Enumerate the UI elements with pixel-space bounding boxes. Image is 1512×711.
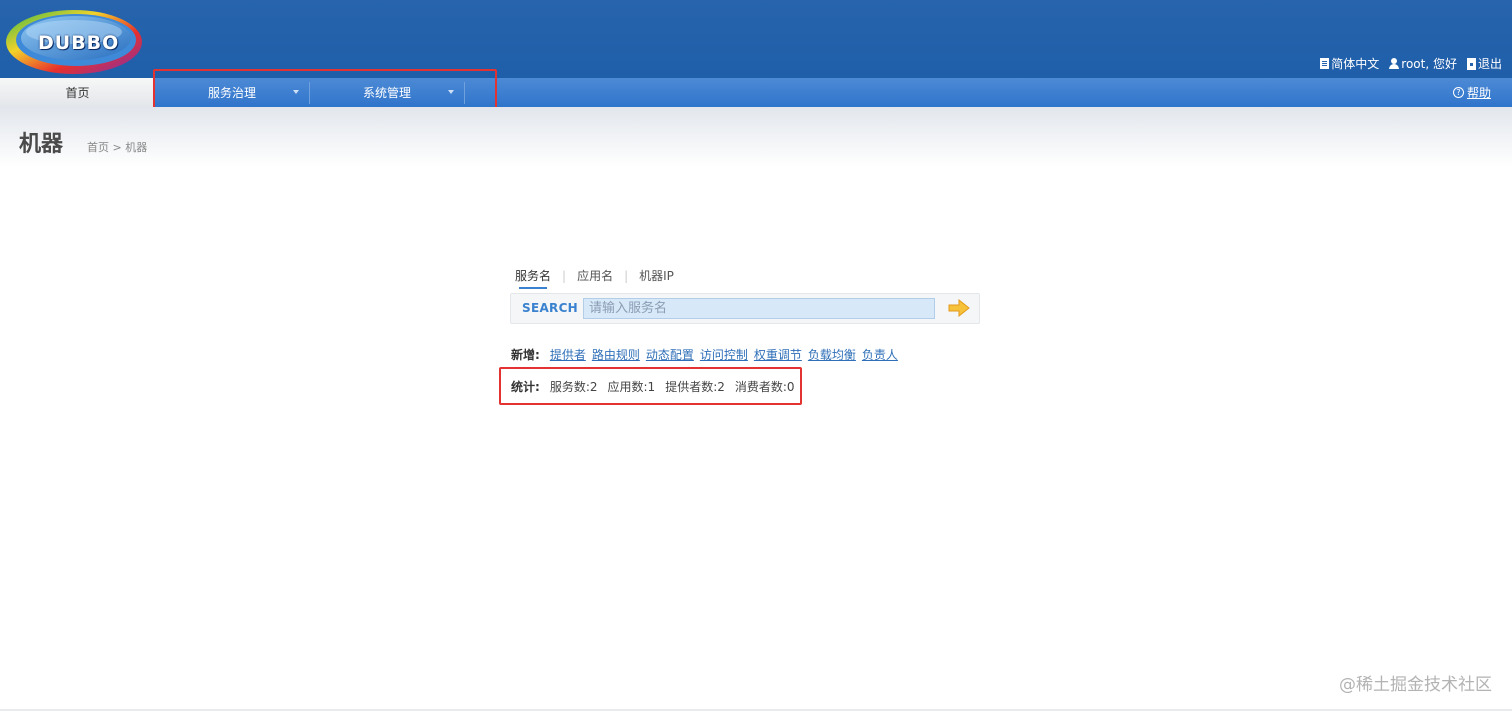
add-weight-link[interactable]: 权重调节 [754,346,802,363]
add-label: 新增: [511,348,540,362]
search-box: SEARCH [510,293,980,324]
logout-link[interactable]: 退出 [1466,55,1502,72]
tab-machine-ip[interactable]: 机器IP [639,267,674,288]
arrow-right-icon [948,298,970,318]
user-greeting-label: root, 您好 [1401,57,1457,71]
stat-service-count: 服务数:2 [549,380,598,394]
nav-service-governance[interactable]: 服务治理 [155,78,310,107]
stat-application-count: 应用数:1 [607,380,656,394]
add-dynamic-config-link[interactable]: 动态配置 [646,346,694,363]
nav-system-management[interactable]: 系统管理 [310,78,465,107]
user-greeting[interactable]: root, 您好 [1389,55,1457,72]
watermark: @稀土掘金技术社区 [1339,675,1492,695]
help-label: 帮助 [1466,86,1491,100]
add-load-balance-link[interactable]: 负载均衡 [808,346,856,363]
chevron-down-icon [293,90,299,94]
chevron-down-icon [448,90,454,94]
tab-separator: | [624,268,629,283]
add-owner-link[interactable]: 负责人 [862,346,898,363]
search-label: SEARCH [522,301,579,315]
add-access-control-link[interactable]: 访问控制 [700,346,748,363]
top-header: DUBBO 简体中文 root, 您好 退出 [0,0,1512,78]
stat-consumer-count: 消费者数:0 [734,380,795,394]
nav-home[interactable]: 首页 [0,78,155,107]
search-submit-button[interactable] [948,298,970,318]
nav-divider [464,82,465,104]
language-link[interactable]: 简体中文 [1320,55,1379,72]
nav-service-governance-label: 服务治理 [208,86,257,100]
tab-service-name[interactable]: 服务名 [515,267,551,289]
document-icon [1320,58,1330,69]
stats-row: 统计: 服务数:2 应用数:1 提供者数:2 消费者数:0 [511,378,795,395]
nav-system-management-label: 系统管理 [363,86,412,100]
logout-label: 退出 [1477,57,1502,71]
search-input[interactable] [583,298,935,319]
add-route-link[interactable]: 路由规则 [592,346,640,363]
breadcrumb: 首页 > 机器 [87,141,148,154]
stat-provider-count: 提供者数:2 [665,380,725,394]
add-provider-link[interactable]: 提供者 [550,346,586,363]
logo-text: DUBBO [38,32,120,54]
page-title: 机器 [19,132,64,157]
header-shade [0,107,1512,167]
logout-icon [1466,57,1476,70]
help-link[interactable]: ? 帮助 [1452,78,1491,107]
top-links: 简体中文 root, 您好 退出 [1320,55,1502,72]
main-nav: 首页 服务治理 系统管理 ? 帮助 [0,78,1512,107]
tab-application-name[interactable]: 应用名 [577,267,613,288]
stats-label: 统计: [511,380,540,394]
tab-separator: | [562,268,567,283]
dubbo-logo[interactable]: DUBBO [2,4,142,76]
user-icon [1389,58,1400,69]
language-label: 简体中文 [1331,57,1380,71]
search-tabs: 服务名 | 应用名 | 机器IP [515,267,674,289]
help-icon: ? [1452,87,1464,98]
add-links-row: 新增: 提供者 路由规则 动态配置 访问控制 权重调节 负载均衡 负责人 [511,346,898,363]
